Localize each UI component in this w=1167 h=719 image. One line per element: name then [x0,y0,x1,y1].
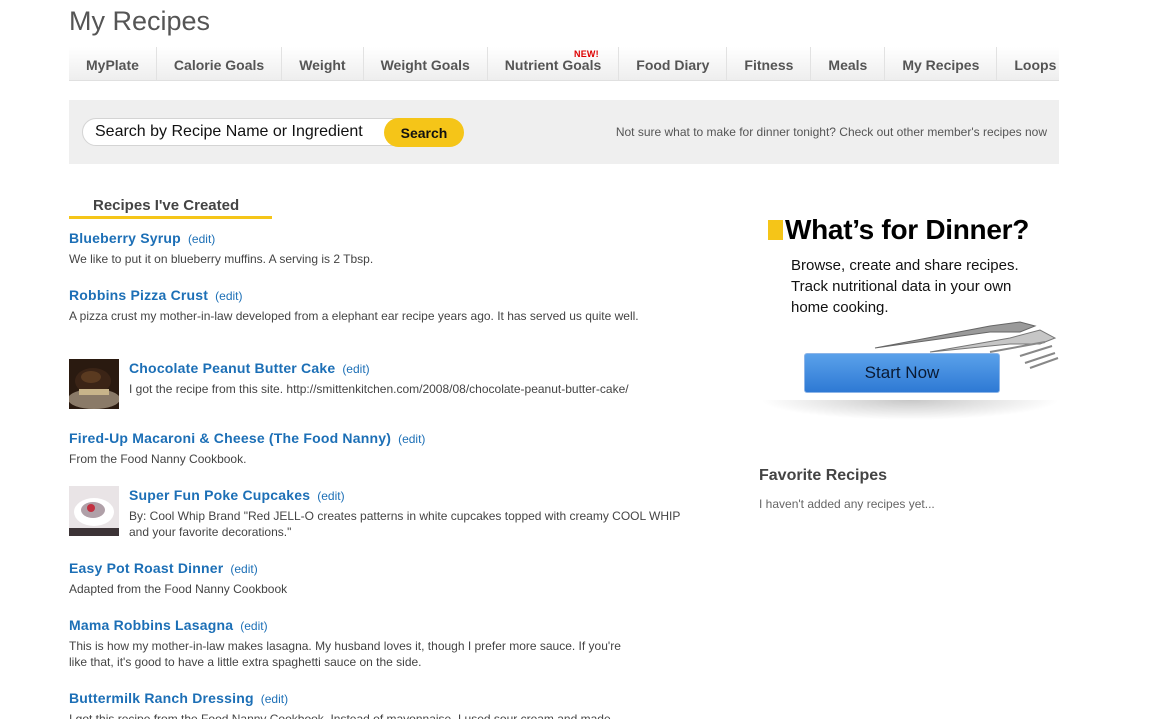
nav-tab-label: My Recipes [902,57,980,73]
nav-tab-nutrient-goals[interactable]: NEW! Nutrient Goals [488,47,620,80]
nav-tab-label: Food Diary [636,57,710,73]
edit-link[interactable]: (edit) [261,692,288,706]
recipe-description: I got the recipe from this site. http://… [129,382,629,396]
nav-tab-label: Loops [1014,57,1057,73]
recipe-item: Blueberry Syrup (edit) We like to put it … [69,229,699,267]
nav-tab-calorie-goals[interactable]: Calorie Goals [157,47,283,80]
edit-link[interactable]: (edit) [317,489,344,503]
recipe-description: Adapted from the Food Nanny Cookbook [69,582,288,596]
nav-tab-label: Nutrient Goals [504,57,602,73]
page-title: My Recipes [69,6,211,36]
edit-link[interactable]: (edit) [240,619,267,633]
nav-tab-fitness[interactable]: Fitness [727,47,812,80]
start-now-button[interactable]: Start Now [804,353,1000,393]
edit-link[interactable]: (edit) [230,562,257,576]
edit-link[interactable]: (edit) [342,362,369,376]
nav-tab-weight-goals[interactable]: Weight Goals [364,47,488,80]
edit-link[interactable]: (edit) [215,289,242,303]
recipe-search-bar: Search Not sure what to make for dinner … [69,100,1059,164]
recipe-description: A pizza crust my mother-in-law developed… [69,309,639,323]
recipe-thumbnail-cake[interactable] [69,359,119,409]
recipe-search-input[interactable] [82,118,400,146]
recipe-item: Easy Pot Roast Dinner (edit) Adapted from… [69,559,699,597]
ad-shadow [760,400,1060,420]
accent-square [768,220,783,240]
recipe-item: Chocolate Peanut Butter Cake (edit) I got… [69,359,699,409]
nav-tab-myplate[interactable]: MyPlate [69,47,157,80]
nav-tab-my-recipes[interactable]: My Recipes [885,47,998,80]
nav-tab-label: Weight [299,57,346,73]
recipe-link[interactable]: Easy Pot Roast Dinner [69,560,223,576]
recipe-link[interactable]: Blueberry Syrup [69,230,181,246]
nav-tab-label: Fitness [744,57,794,73]
recipe-description: This is how my mother-in-law makes lasag… [69,639,621,669]
recipe-link[interactable]: Mama Robbins Lasagna [69,617,233,633]
recipe-item: Buttermilk Ranch Dressing (edit) I got th… [69,689,699,719]
edit-link[interactable]: (edit) [398,432,425,446]
nav-tab-loops[interactable]: Loops [997,47,1073,80]
browse-recipes-link[interactable]: Not sure what to make for dinner tonight… [616,125,1047,139]
recipe-link[interactable]: Buttermilk Ranch Dressing [69,690,254,706]
recipe-thumbnail-cupcake[interactable] [69,486,119,536]
recipe-item: Fired-Up Macaroni & Cheese (The Food Nan… [69,429,699,467]
recipe-description: By: Cool Whip Brand "Red JELL-O creates … [129,509,681,539]
search-button[interactable]: Search [384,118,464,147]
recipe-link[interactable]: Super Fun Poke Cupcakes [129,487,310,503]
nav-tab-label: MyPlate [86,57,139,73]
whats-for-dinner-ad: What’s for Dinner? Browse, create and sh… [760,210,1060,430]
nav-tab-meals[interactable]: Meals [811,47,886,80]
nav-tab-weight[interactable]: Weight [282,47,364,80]
recipe-description: I got this recipe from the Food Nanny Co… [69,712,611,719]
recipe-description: We like to put it on blueberry muffins. … [69,252,374,266]
favorite-recipes-empty: I haven't added any recipes yet... [759,497,935,511]
edit-link[interactable]: (edit) [188,232,215,246]
recipe-item: Super Fun Poke Cupcakes (edit) By: Cool W… [69,486,699,540]
new-badge: NEW! [574,49,599,59]
nav-tab-label: Weight Goals [380,57,470,73]
section-title: Recipes I've Created [93,197,240,214]
recipe-item: Robbins Pizza Crust (edit) A pizza crust … [69,286,699,324]
ad-title: What’s for Dinner? [785,214,1030,245]
recipe-item: Mama Robbins Lasagna (edit) This is how m… [69,616,699,670]
recipe-description: From the Food Nanny Cookbook. [69,452,247,466]
recipe-link[interactable]: Fired-Up Macaroni & Cheese (The Food Nan… [69,430,391,446]
main-nav: MyPlate Calorie Goals Weight Weight Goal… [69,47,1059,81]
nav-tab-food-diary[interactable]: Food Diary [619,47,728,80]
nav-tab-label: Calorie Goals [173,57,265,73]
recipes-created-header: Recipes I've Created [69,196,272,219]
nav-tab-label: Meals [828,57,868,73]
recipe-link[interactable]: Chocolate Peanut Butter Cake [129,360,335,376]
recipe-link[interactable]: Robbins Pizza Crust [69,287,208,303]
favorite-recipes-title: Favorite Recipes [759,467,888,484]
